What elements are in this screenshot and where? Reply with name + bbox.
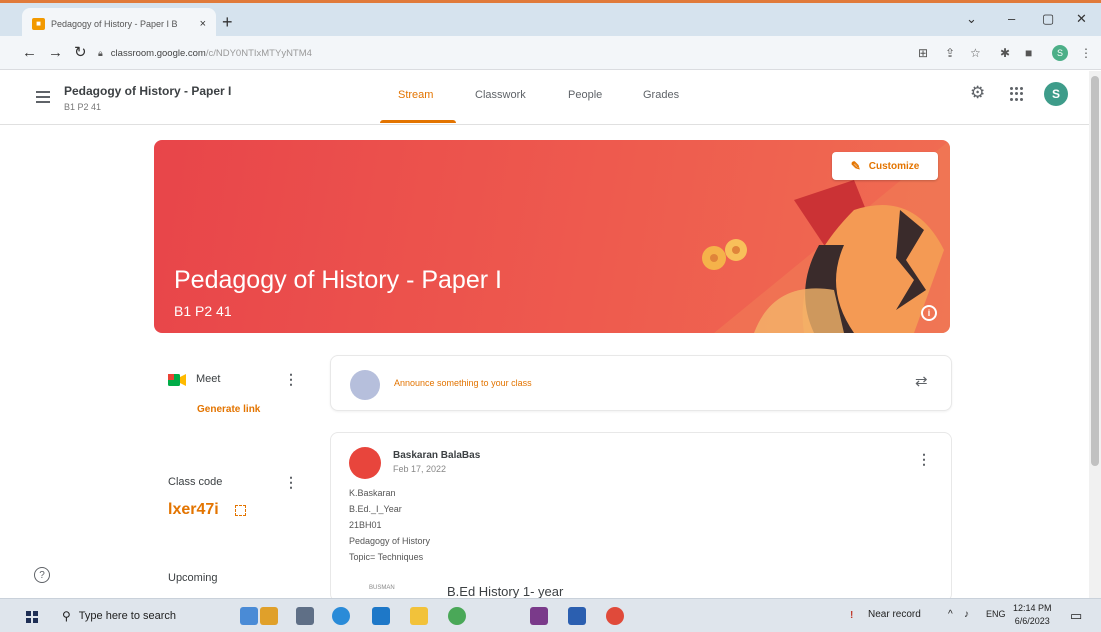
tab-close-icon[interactable]: × <box>200 18 206 30</box>
forward-arrow-icon[interactable]: → <box>48 45 63 60</box>
classroom-header: Pedagogy of History - Paper I B1 P2 41 S… <box>0 71 1090 125</box>
account-avatar[interactable]: S <box>1044 82 1068 106</box>
app-icon[interactable] <box>530 607 548 625</box>
tab-classwork[interactable]: Classwork <box>475 89 526 101</box>
tray-chevron-icon[interactable]: ^ <box>948 609 953 620</box>
settings-gear-icon[interactable]: ⚙ <box>970 83 985 103</box>
pencil-icon: ✎ <box>850 159 861 173</box>
windows-taskbar: ⚲ Type here to search ! Near record ^ ♪ … <box>0 598 1101 632</box>
taskbar-search-placeholder: Type here to search <box>78 610 177 622</box>
class-banner: Pedagogy of History - Paper I B1 P2 41 ✎… <box>154 140 950 333</box>
meet-label: Meet <box>196 373 221 385</box>
post-line: 21BH01 <box>349 520 382 530</box>
clock-date: 6/6/2023 <box>1014 616 1050 626</box>
post-line: K.Baskaran <box>349 488 396 498</box>
browser-profile-avatar[interactable]: S <box>1052 45 1068 61</box>
chrome-icon[interactable] <box>448 607 466 625</box>
classroom-favicon-icon: ■ <box>32 17 45 30</box>
meet-icon <box>168 374 186 386</box>
tab-stream[interactable]: Stream <box>398 89 433 101</box>
tab-title: Pedagogy of History - Paper I B <box>51 18 178 29</box>
extensions-puzzle-icon[interactable]: ✱ <box>1000 47 1010 59</box>
side-panel-icon[interactable]: ■ <box>1025 47 1032 59</box>
tab-grades[interactable]: Grades <box>643 89 679 101</box>
upcoming-label: Upcoming <box>168 572 218 584</box>
meet-options-icon[interactable]: ⋮ <box>284 372 298 386</box>
tab-search-icon[interactable]: ⌄ <box>966 11 977 27</box>
language-indicator[interactable]: ENG <box>986 609 1006 619</box>
browser-tab-strip: ■ Pedagogy of History - Paper I B × + ⌄ … <box>0 0 1101 39</box>
attachment-title[interactable]: B.Ed History 1- year <box>447 584 563 599</box>
banner-class-title[interactable]: Pedagogy of History - Paper I <box>174 266 502 295</box>
clock-time: 12:14 PM <box>1013 603 1052 613</box>
attachment-thumbnail-label: BUSMAN <box>369 585 395 591</box>
url-host: classroom.google.com <box>110 47 206 59</box>
mail-icon[interactable] <box>372 607 390 625</box>
weather-widget-icon[interactable] <box>240 607 258 625</box>
post-options-icon[interactable]: ⋮ <box>917 451 931 468</box>
user-avatar <box>350 370 380 400</box>
class-code-value: lxer47i <box>168 501 219 518</box>
bookmark-star-icon[interactable]: ☆ <box>970 47 981 59</box>
stream-post: Baskaran BalaBas Feb 17, 2022 ⋮ K.Baskar… <box>330 432 952 602</box>
browser-tab[interactable]: ■ Pedagogy of History - Paper I B × <box>22 8 216 39</box>
notifications-icon[interactable]: ▭ <box>1070 608 1082 624</box>
lock-icon: 🔒︎ <box>98 47 103 58</box>
meet-card: Meet ⋮ Generate link <box>154 367 304 427</box>
header-class-name[interactable]: Pedagogy of History - Paper I <box>64 84 231 98</box>
store-bag-icon[interactable] <box>260 607 278 625</box>
windows-start-icon[interactable] <box>26 611 38 623</box>
address-bar: ← → ↻ 🔒︎ classroom.google.com /c/NDY0NTI… <box>0 36 1101 70</box>
restore-button[interactable]: ▢ <box>1042 11 1054 27</box>
weather-alert-icon[interactable]: ! <box>850 610 853 621</box>
post-line: B.Ed._I_Year <box>349 504 402 514</box>
header-class-section: B1 P2 41 <box>64 102 102 112</box>
install-app-icon[interactable]: ⊞ <box>918 47 928 59</box>
class-code-options-icon[interactable]: ⋮ <box>284 475 298 489</box>
close-window-button[interactable]: ✕ <box>1076 11 1087 27</box>
share-icon[interactable]: ⇪ <box>945 47 955 59</box>
search-icon: ⚲ <box>62 609 71 623</box>
customize-button[interactable]: ✎ Customize <box>832 152 938 180</box>
active-tab-indicator <box>380 120 456 123</box>
post-author: Baskaran BalaBas <box>393 450 481 461</box>
banner-class-section: B1 P2 41 <box>174 303 232 319</box>
google-apps-icon[interactable] <box>1010 87 1024 101</box>
browser-menu-icon[interactable]: ⋮ <box>1080 47 1092 59</box>
class-code-card: Class code ⋮ lxer47i <box>154 467 304 529</box>
class-info-icon[interactable]: i <box>921 305 937 321</box>
scrollbar-thumb[interactable] <box>1091 76 1099 466</box>
author-avatar <box>349 447 381 479</box>
reload-icon[interactable]: ↻ <box>74 45 87 60</box>
tab-people[interactable]: People <box>568 89 602 101</box>
minimize-button[interactable]: – <box>1008 11 1015 26</box>
post-line: Pedagogy of History <box>349 536 431 546</box>
customize-label: Customize <box>868 160 920 172</box>
chrome-profile-icon[interactable] <box>606 607 624 625</box>
fullscreen-icon[interactable] <box>235 505 246 516</box>
class-code-label: Class code <box>168 476 223 488</box>
announce-placeholder[interactable]: Announce something to your class <box>394 378 532 388</box>
new-tab-button[interactable]: + <box>222 13 233 31</box>
back-arrow-icon[interactable]: ← <box>22 45 37 60</box>
weather-status[interactable]: Near record <box>868 609 921 620</box>
post-line: Topic= Techniques <box>349 552 424 562</box>
url-field[interactable]: 🔒︎ classroom.google.com /c/NDY0NTIxMTYyN… <box>98 42 908 64</box>
edge-browser-icon[interactable] <box>332 607 350 625</box>
repost-icon[interactable]: ⇄ <box>915 372 928 390</box>
volume-icon[interactable]: ♪ <box>964 609 969 620</box>
task-view-icon[interactable] <box>296 607 314 625</box>
main-menu-icon[interactable] <box>36 91 50 106</box>
help-icon[interactable]: ? <box>34 567 50 583</box>
post-date: Feb 17, 2022 <box>393 464 447 474</box>
taskbar-clock[interactable]: 12:14 PM 6/6/2023 <box>1013 602 1052 628</box>
word-icon[interactable] <box>568 607 586 625</box>
generate-link-button[interactable]: Generate link <box>197 404 260 415</box>
banner-illustration <box>702 140 950 333</box>
file-explorer-icon[interactable] <box>410 607 428 625</box>
url-path: /c/NDY0NTIxMTYyNTM4 <box>205 47 312 59</box>
announce-box[interactable]: Announce something to your class ⇄ <box>330 355 952 411</box>
taskbar-search[interactable]: ⚲ Type here to search <box>54 603 232 629</box>
